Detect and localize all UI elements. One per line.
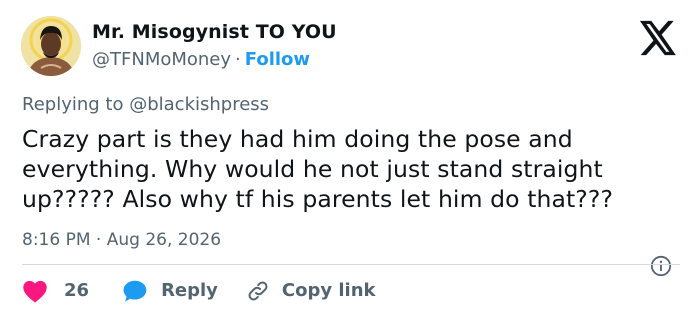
reply-button[interactable]: Reply xyxy=(123,279,218,303)
reply-label: Reply xyxy=(161,280,218,301)
action-bar: 26 Reply Copy link xyxy=(22,277,376,305)
display-name[interactable]: Mr. Misogynist TO YOU xyxy=(92,20,337,44)
reply-bubble-icon xyxy=(123,280,147,302)
tweet-text: Crazy part is they had him doing the pos… xyxy=(22,125,614,213)
like-button[interactable]: 26 xyxy=(22,279,89,303)
tweet-time[interactable]: 8:16 PM xyxy=(22,230,91,250)
tweet-meta: 8:16 PM · Aug 26, 2026 xyxy=(22,229,221,251)
tweet-card: Mr. Misogynist TO YOU @TFNMoMoney · Follow… xyxy=(0,0,700,318)
avatar[interactable] xyxy=(21,16,81,76)
reply-context: Replying to @blackishpress xyxy=(22,94,269,116)
x-logo-icon[interactable] xyxy=(637,20,679,56)
reply-context-prefix: Replying to xyxy=(22,94,124,115)
copy-link-button[interactable]: Copy link xyxy=(246,279,376,303)
info-icon[interactable] xyxy=(650,255,672,277)
tweet-date[interactable]: Aug 26, 2026 xyxy=(107,230,221,250)
heart-icon xyxy=(23,280,47,303)
handle-row: @TFNMoMoney · Follow xyxy=(92,49,337,71)
link-icon xyxy=(248,281,268,301)
reply-context-handle[interactable]: @blackishpress xyxy=(129,94,269,115)
author-block: Mr. Misogynist TO YOU @TFNMoMoney · Follow xyxy=(92,20,337,71)
follow-button[interactable]: Follow xyxy=(245,49,310,70)
handle-separator: · xyxy=(235,49,241,70)
divider xyxy=(22,264,680,265)
copy-link-label: Copy link xyxy=(281,280,376,301)
like-count: 26 xyxy=(64,280,90,301)
author-handle[interactable]: @TFNMoMoney xyxy=(92,49,231,70)
avatar-image xyxy=(21,16,81,76)
meta-separator: · xyxy=(95,230,102,250)
